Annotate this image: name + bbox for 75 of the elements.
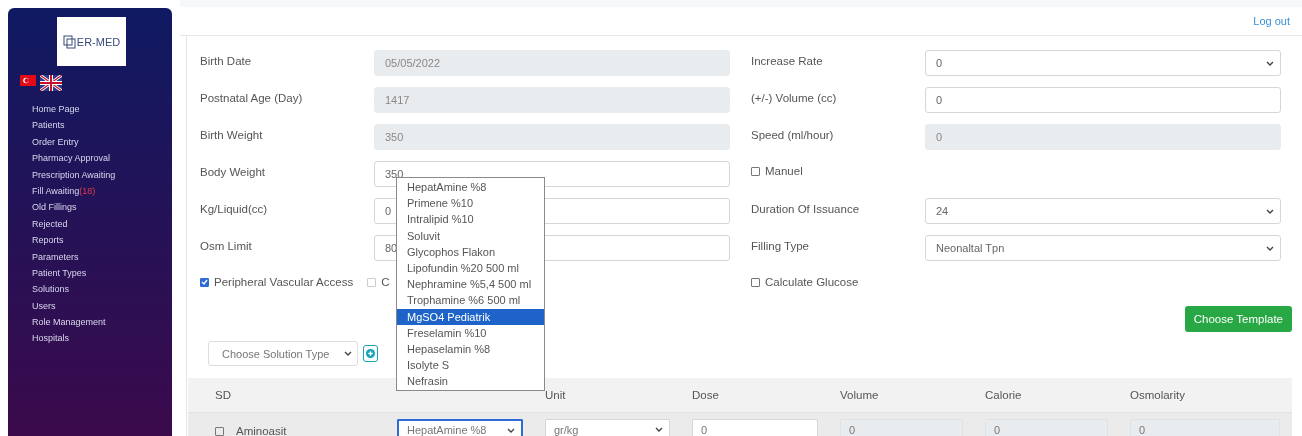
field-label: Birth Date [200,54,253,67]
field-label: Kg/Liquid(cc) [200,202,269,215]
column-header: Volume [839,389,880,401]
sidebar-link[interactable]: Old Fillings [32,199,116,216]
sidebar-link[interactable]: Order Entry [32,133,116,151]
sidebar-link[interactable]: Role Management [32,314,116,331]
plus-icon [366,349,375,358]
column-header: Osmolarity [1129,389,1186,401]
checkbox-label: C [381,276,390,288]
osmolarity-field: 0 [1130,419,1280,436]
caret-icon [655,427,663,432]
select-field[interactable]: 0 [925,50,1281,76]
field-label: Postnatal Age (Day) [200,91,304,104]
dropdown-option[interactable]: Freselamin %10 [397,324,544,341]
column-header: SD [214,389,232,401]
sidebar-link[interactable]: Patients [32,117,116,134]
dropdown-option[interactable]: Nephramine %5,4 500 ml [397,276,544,293]
logo-icon [62,34,77,49]
dropdown-option[interactable]: MgSO4 Pediatrik [397,308,544,325]
sidebar-link[interactable]: Home Page [32,101,116,118]
solution-name: Aminoasit [236,425,287,436]
field-label: (+/-) Volume (cc) [751,91,838,104]
dropdown-option[interactable]: Lipofundin %20 500 ml [397,259,544,277]
sidebar-link[interactable]: Prescription Awaiting [32,166,116,183]
dropdown-option[interactable]: Primene %10 [397,195,544,212]
sidebar-link[interactable]: Pharmacy Approval [32,150,116,167]
logo[interactable]: ER-MED [57,17,126,66]
solution-type-select[interactable]: Choose Solution Type [208,341,358,366]
dropdown-option[interactable]: Nefrasin [397,373,544,390]
checkbox[interactable] [751,166,760,176]
checkbox[interactable] [200,277,209,287]
caret-icon [507,427,515,433]
checkbox-label: Manuel [765,165,803,177]
dropdown-option[interactable]: Glycophos Flakon [397,243,544,260]
checkbox-label: Peripheral Vascular Access [214,276,354,288]
input-field[interactable]: 0 [925,87,1281,113]
sidebar-link[interactable]: Users [32,297,116,315]
dropdown-option[interactable]: Trophamine %6 500 ml [397,292,544,309]
sidebar-link[interactable]: Hospitals [32,330,116,347]
dose-field[interactable]: 0 [692,419,818,436]
field-label: Duration Of Issuance [751,202,861,215]
sidebar-link[interactable]: Fill Awaiting(18) [32,182,116,200]
calorie-field: 0 [985,419,1108,436]
sidebar-link[interactable]: Reports [32,232,116,249]
solution-select[interactable]: HepatAmine %8 [397,419,523,436]
sidebar-link[interactable]: Parameters [32,248,116,265]
turkish-flag-icon[interactable] [20,75,36,86]
select-field[interactable]: 24 [925,198,1281,224]
dropdown-option[interactable]: Isolyte S [397,357,544,374]
dropdown-option[interactable]: Hepaselamin %8 [397,340,544,358]
caret-icon [1266,208,1274,214]
checkbox[interactable] [215,426,224,436]
volume-field: 0 [840,419,963,436]
column-header: Dose [691,389,720,401]
field-label: Speed (ml/hour) [751,128,835,141]
sidebar-link[interactable]: Rejected [32,215,116,233]
field-label: Body Weight [200,165,266,178]
english-flag-icon[interactable] [40,75,62,91]
field-label: Birth Weight [200,128,264,141]
sidebar-link[interactable]: Patient Types [32,264,116,282]
caret-icon [344,351,352,356]
checkbox-label: Calculate Glucose [765,276,859,288]
caret-icon [1266,245,1274,251]
logout-link[interactable]: Log out [1253,15,1290,27]
unit-select[interactable]: gr/kg [545,419,670,436]
field-label: Filling Type [751,239,810,252]
select-field[interactable]: Neonaltal Tpn [925,235,1281,261]
caret-icon [1266,60,1274,66]
checkbox[interactable] [751,277,760,287]
field-label: Increase Rate [751,54,824,67]
sidebar-link[interactable]: Solutions [32,281,116,298]
add-button[interactable] [363,345,378,362]
field-label: Osm Limit [200,239,253,252]
column-header: Unit [544,389,567,401]
column-header: Calorie [984,389,1023,401]
